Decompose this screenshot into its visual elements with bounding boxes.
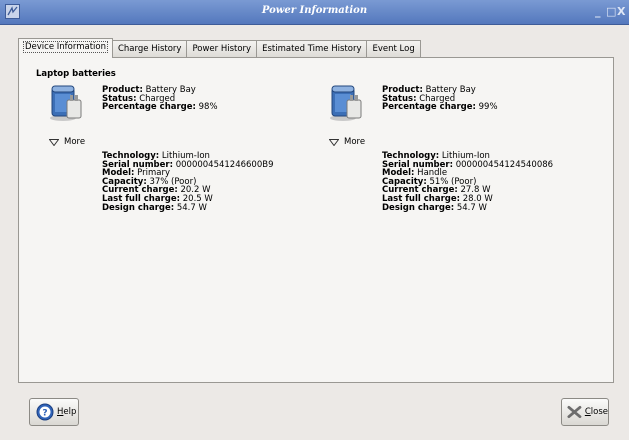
close-button[interactable]: Close bbox=[561, 398, 609, 426]
tab-power-history[interactable]: Power History bbox=[186, 40, 258, 58]
battery-summary: Product: Battery Bay Status: Charged Per… bbox=[382, 86, 498, 112]
battery-icon bbox=[330, 85, 362, 121]
minimize-button[interactable]: _ bbox=[595, 5, 601, 18]
help-icon: ? bbox=[36, 403, 54, 421]
maximize-button[interactable]: □ bbox=[606, 5, 616, 18]
power-information-window: Power Information _ □ X Device Informati… bbox=[0, 0, 629, 440]
window-title: Power Information bbox=[261, 5, 368, 16]
battery-details: Technology: Lithium-Ion Serial number: 0… bbox=[382, 151, 554, 213]
battery-summary: Product: Battery Bay Status: Charged Per… bbox=[102, 86, 218, 112]
battery-details: Technology: Lithium-Ion Serial number: 0… bbox=[102, 151, 274, 213]
device-information-panel: Laptop batteries Product: Battery Bay St… bbox=[18, 57, 614, 383]
more-expander[interactable]: More bbox=[329, 137, 365, 147]
percentage-row: Percentage charge: 99% bbox=[382, 102, 498, 112]
close-label: Close bbox=[584, 407, 608, 417]
expander-triangle-icon bbox=[49, 138, 59, 146]
more-label: More bbox=[344, 137, 366, 147]
more-label: More bbox=[64, 137, 86, 147]
battery-icon bbox=[50, 85, 82, 121]
tab-charge-history[interactable]: Charge History bbox=[111, 40, 188, 58]
help-button[interactable]: ? Help bbox=[29, 398, 79, 426]
section-title: Laptop batteries bbox=[36, 69, 116, 79]
close-window-button[interactable]: X bbox=[617, 5, 625, 18]
more-expander[interactable]: More bbox=[49, 137, 85, 147]
tab-bar: Device Information Charge History Power … bbox=[18, 38, 421, 58]
percentage-row: Percentage charge: 98% bbox=[102, 102, 218, 112]
tab-event-log[interactable]: Event Log bbox=[366, 40, 421, 58]
expander-triangle-icon bbox=[329, 138, 339, 146]
close-icon bbox=[567, 405, 582, 419]
title-bar[interactable]: Power Information _ □ X bbox=[0, 0, 629, 25]
tab-device-information[interactable]: Device Information bbox=[18, 38, 113, 58]
tab-estimated-time-history[interactable]: Estimated Time History bbox=[256, 40, 368, 58]
help-label: Help bbox=[57, 407, 77, 417]
svg-text:?: ? bbox=[42, 409, 47, 419]
